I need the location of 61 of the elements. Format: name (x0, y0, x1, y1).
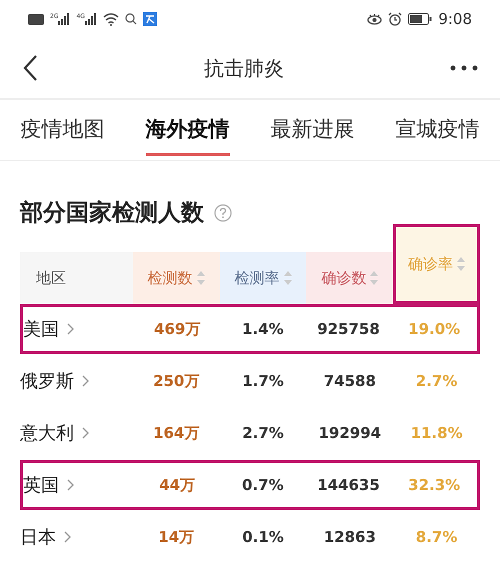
status-time: 9:08 (438, 10, 472, 28)
eye-icon (367, 13, 382, 25)
page-title: 抗击肺炎 (204, 54, 284, 82)
chevron-right-icon (67, 323, 74, 335)
table-cell: 19.0% (408, 320, 460, 338)
table-cell: 44万 (159, 476, 196, 494)
help-icon[interactable] (214, 204, 232, 222)
chevron-right-icon (64, 531, 71, 543)
table-cell: 0.7% (242, 476, 284, 494)
column-header[interactable]: 检测率 (220, 252, 306, 304)
table-cell: 11.8% (410, 424, 463, 442)
signal-icon (58, 13, 70, 25)
table-row[interactable]: 日本 14万 0.1% 12863 8.7% (20, 512, 480, 562)
region-name: 美国 (23, 318, 59, 341)
table-cell: 32.3% (408, 476, 460, 494)
more-icon[interactable] (450, 65, 478, 71)
highlighted-row[interactable]: 英国 44万 0.7% 144635 32.3% (20, 460, 480, 510)
search-icon (124, 13, 137, 25)
table-cell: 925758 (317, 320, 380, 338)
tab[interactable]: 最新进展 (270, 104, 354, 156)
signal-icon (84, 13, 97, 25)
region-name: 意大利 (20, 422, 74, 445)
table-cell: 144635 (317, 476, 380, 494)
sort-icon[interactable] (196, 271, 205, 285)
chevron-right-icon (67, 479, 74, 491)
table-row[interactable]: 意大利 164万 2.7% 192994 11.8% (20, 408, 480, 458)
region-name: 英国 (23, 474, 59, 497)
alarm-icon (388, 12, 402, 26)
table-cell: 12863 (324, 528, 376, 546)
tab[interactable]: 海外疫情 (146, 104, 230, 156)
hd-icon (28, 14, 44, 24)
table-cell: 250万 (153, 372, 200, 390)
tab[interactable]: 疫情地图 (20, 104, 104, 156)
table-cell: 164万 (153, 424, 200, 442)
table-cell: 2.7% (416, 372, 458, 390)
sort-icon[interactable] (284, 271, 292, 285)
wifi-icon (102, 12, 119, 26)
region-name: 日本 (20, 526, 56, 549)
sort-icon[interactable] (370, 271, 378, 285)
battery-icon (408, 13, 432, 25)
app-icon (142, 12, 157, 26)
table-cell: 1.4% (242, 320, 284, 338)
chevron-right-icon (82, 375, 89, 387)
sort-icon[interactable] (457, 257, 466, 271)
table-row[interactable]: 俄罗斯 250万 1.7% 74588 2.7% (20, 356, 480, 406)
tab[interactable]: 宣城疫情 (396, 104, 480, 156)
section-title: 部分国家检测人数 (20, 199, 204, 228)
table-cell: 0.1% (242, 528, 284, 546)
table-cell: 8.7% (416, 528, 458, 546)
chevron-right-icon (82, 427, 89, 439)
table-cell: 192994 (318, 424, 382, 442)
table-cell: 2.7% (242, 424, 284, 442)
region-name: 俄罗斯 (20, 370, 74, 393)
table-cell: 1.7% (242, 372, 284, 390)
column-header[interactable]: 确诊数 (306, 252, 394, 304)
table-cell: 74588 (324, 372, 376, 390)
highlighted-row[interactable]: 美国 469万 1.4% 925758 19.0% (20, 304, 480, 354)
table-cell: 469万 (154, 320, 200, 338)
column-header: 地区 (35, 268, 67, 288)
back-icon[interactable] (22, 54, 38, 82)
table-cell: 14万 (158, 528, 194, 546)
